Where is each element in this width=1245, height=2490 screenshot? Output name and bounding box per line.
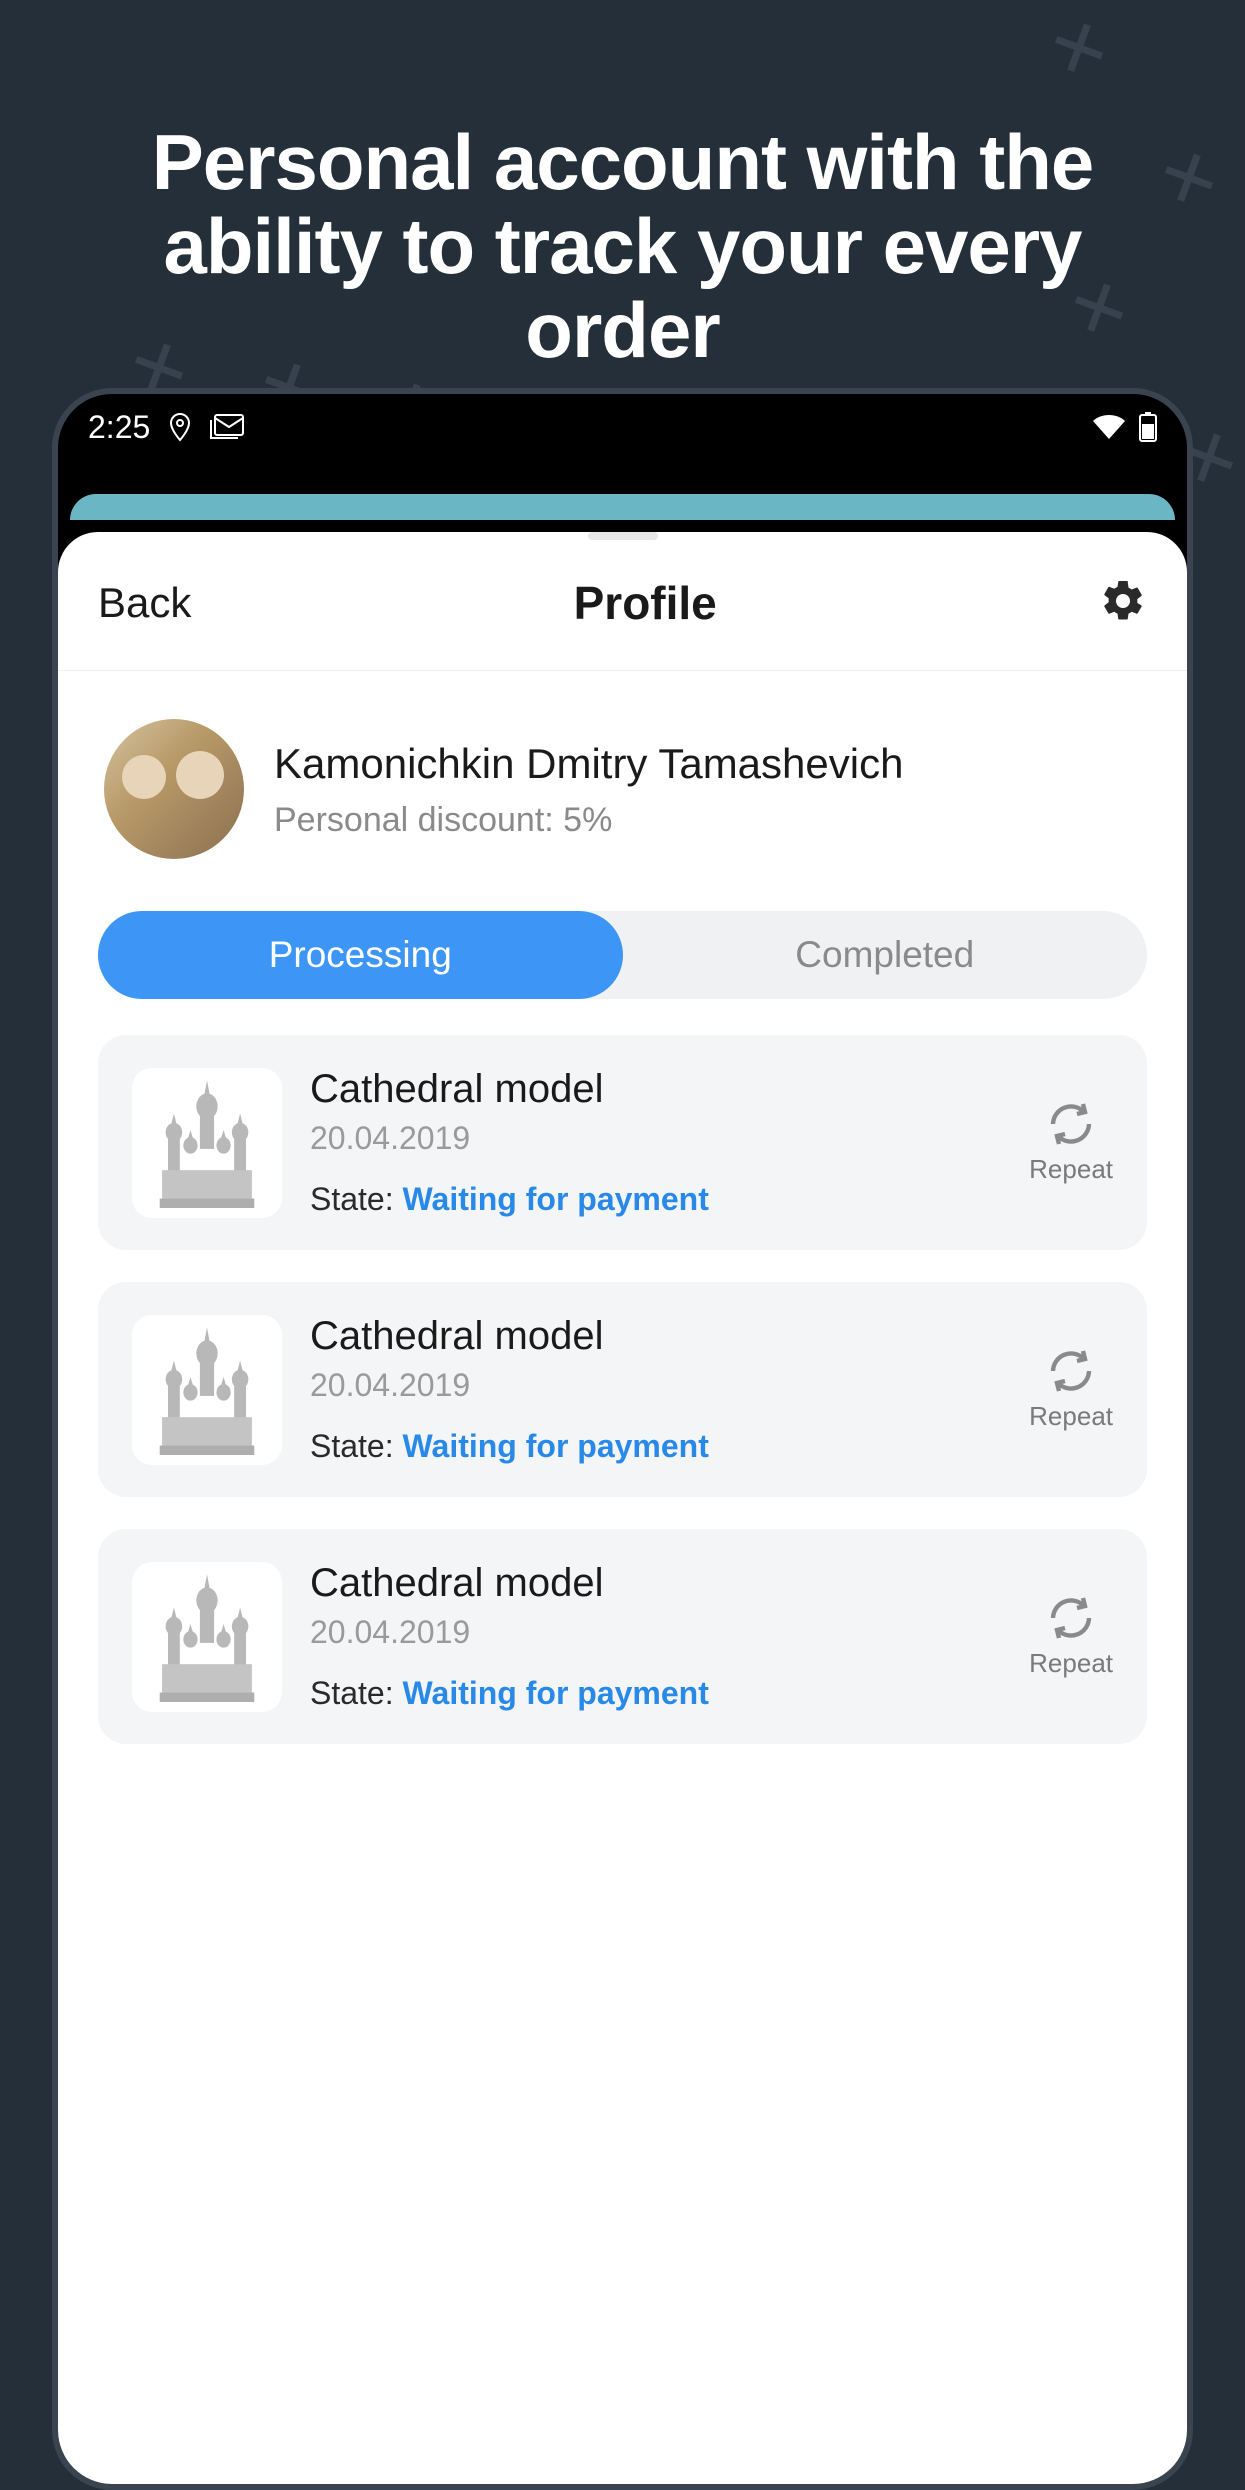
cathedral-icon xyxy=(147,1572,267,1702)
profile-discount: Personal discount: 5% xyxy=(274,801,1141,840)
order-state-value: Waiting for payment xyxy=(403,1675,709,1711)
sheet-handle[interactable] xyxy=(588,532,658,540)
order-title: Cathedral model xyxy=(310,1314,1001,1359)
repeat-icon xyxy=(1047,1347,1095,1395)
repeat-icon xyxy=(1047,1594,1095,1642)
repeat-button[interactable]: Repeat xyxy=(1029,1594,1113,1679)
order-state-value: Waiting for payment xyxy=(403,1181,709,1217)
wifi-icon xyxy=(1091,413,1127,441)
repeat-label: Repeat xyxy=(1029,1154,1113,1185)
profile-name: Kamonichkin Dmitry Tamashevich xyxy=(274,738,1141,791)
order-state-label: State: xyxy=(310,1181,394,1217)
order-date: 20.04.2019 xyxy=(310,1120,1001,1157)
repeat-icon xyxy=(1047,1100,1095,1148)
cathedral-icon xyxy=(147,1078,267,1208)
settings-button[interactable] xyxy=(1099,577,1147,630)
order-card[interactable]: Cathedral model 20.04.2019 State: Waitin… xyxy=(98,1282,1147,1497)
repeat-button[interactable]: Repeat xyxy=(1029,1100,1113,1185)
location-icon xyxy=(168,412,192,442)
order-thumbnail xyxy=(132,1562,282,1712)
repeat-label: Repeat xyxy=(1029,1401,1113,1432)
back-button[interactable]: Back xyxy=(98,579,191,627)
order-card[interactable]: Cathedral model 20.04.2019 State: Waitin… xyxy=(98,1035,1147,1250)
order-thumbnail xyxy=(132,1315,282,1465)
profile-section: Kamonichkin Dmitry Tamashevich Personal … xyxy=(58,671,1187,901)
order-state-label: State: xyxy=(310,1675,394,1711)
tab-processing[interactable]: Processing xyxy=(98,911,623,999)
order-date: 20.04.2019 xyxy=(310,1614,1001,1651)
battery-icon xyxy=(1139,412,1157,442)
status-bar: 2:25 xyxy=(58,394,1187,460)
order-card[interactable]: Cathedral model 20.04.2019 State: Waitin… xyxy=(98,1529,1147,1744)
tab-completed[interactable]: Completed xyxy=(623,911,1148,999)
mail-icon xyxy=(210,414,244,440)
order-state-label: State: xyxy=(310,1428,394,1464)
cathedral-icon xyxy=(147,1325,267,1455)
page-title: Profile xyxy=(574,576,717,630)
order-title: Cathedral model xyxy=(310,1067,1001,1112)
bottom-sheet: Back Profile Kamonichkin Dmitry Tamashev… xyxy=(58,532,1187,2490)
tab-bar: Processing Completed xyxy=(98,911,1147,999)
gear-icon xyxy=(1099,577,1147,625)
app-bar: Back Profile xyxy=(58,540,1187,671)
order-title: Cathedral model xyxy=(310,1561,1001,1606)
repeat-button[interactable]: Repeat xyxy=(1029,1347,1113,1432)
background-peek xyxy=(70,494,1175,520)
order-thumbnail xyxy=(132,1068,282,1218)
order-state-value: Waiting for payment xyxy=(403,1428,709,1464)
order-date: 20.04.2019 xyxy=(310,1367,1001,1404)
avatar[interactable] xyxy=(104,719,244,859)
status-time: 2:25 xyxy=(88,409,150,446)
repeat-label: Repeat xyxy=(1029,1648,1113,1679)
orders-list: Cathedral model 20.04.2019 State: Waitin… xyxy=(58,1035,1187,1744)
phone-frame: 2:25 Back Profile xyxy=(52,388,1193,2490)
